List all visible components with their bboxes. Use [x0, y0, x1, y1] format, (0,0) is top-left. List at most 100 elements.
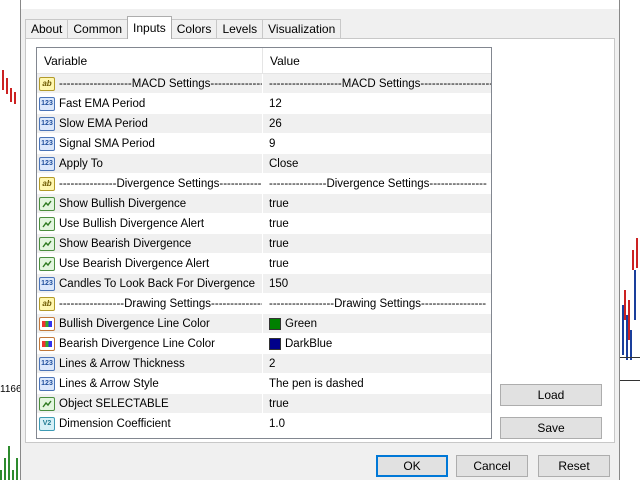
grid-row[interactable]: 123 Lines & Arrow Style The pen is dashed: [37, 374, 491, 394]
value-cell[interactable]: DarkBlue: [263, 334, 491, 353]
value-cell[interactable]: -------------------MACD Settings--------…: [263, 74, 491, 93]
value-label: ---------------Divergence Settings------…: [269, 177, 487, 190]
candle: [632, 250, 634, 270]
candle: [2, 70, 4, 90]
value-cell[interactable]: 1.0: [263, 414, 491, 433]
variable-label: Slow EMA Period: [59, 117, 148, 130]
tab-inputs[interactable]: Inputs: [127, 16, 172, 39]
price-axis-label: 1166: [0, 384, 22, 395]
color-icon: [39, 336, 55, 351]
integer-icon: 123: [39, 96, 55, 111]
variable-label: Show Bullish Divergence: [59, 197, 187, 210]
integer-icon: 123: [39, 376, 55, 391]
tab-visualization[interactable]: Visualization: [262, 19, 342, 39]
load-button[interactable]: Load: [500, 384, 602, 406]
value-label: 9: [269, 137, 276, 150]
variable-cell: Bearish Divergence Line Color: [37, 334, 263, 353]
grid-row[interactable]: V2 Dimension Coefficient 1.0: [37, 414, 491, 434]
grid-row[interactable]: 123 Candles To Look Back For Divergence 15…: [37, 274, 491, 294]
variable-label: ---------------Divergence Settings------…: [59, 177, 263, 190]
variable-label: Bullish Divergence Line Color: [59, 317, 210, 330]
variable-label: Dimension Coefficient: [59, 417, 171, 430]
grid-body: ab -------------------MACD Settings------…: [37, 74, 491, 434]
variable-cell: Show Bullish Divergence: [37, 194, 263, 213]
tab-about[interactable]: About: [25, 19, 69, 39]
volume-bar: [4, 458, 6, 480]
properties-dialog: About Common Inputs Colors Levels Visual…: [20, 0, 620, 480]
value-cell[interactable]: Green: [263, 314, 491, 333]
tab-strip: About Common Inputs Colors Levels Visual…: [25, 16, 342, 39]
value-cell[interactable]: ---------------Divergence Settings------…: [263, 174, 491, 193]
value-cell[interactable]: true: [263, 254, 491, 273]
save-button[interactable]: Save: [500, 417, 602, 439]
value-cell[interactable]: true: [263, 234, 491, 253]
variable-cell: 123 Apply To: [37, 154, 263, 173]
tab-levels[interactable]: Levels: [216, 19, 264, 39]
grid-row[interactable]: Use Bearish Divergence Alert true: [37, 254, 491, 274]
variable-label: Apply To: [59, 157, 103, 170]
reset-button[interactable]: Reset: [538, 455, 610, 477]
value-label: 12: [269, 97, 282, 110]
variable-label: -------------------MACD Settings--------…: [59, 77, 263, 90]
column-header-variable[interactable]: Variable: [37, 48, 263, 73]
value-label: true: [269, 217, 289, 230]
grid-row[interactable]: 123 Lines & Arrow Thickness 2: [37, 354, 491, 374]
grid-row[interactable]: Object SELECTABLE true: [37, 394, 491, 414]
grid-row[interactable]: ab -----------------Drawing Settings-----…: [37, 294, 491, 314]
variable-cell: 123 Signal SMA Period: [37, 134, 263, 153]
value-cell[interactable]: 12: [263, 94, 491, 113]
tab-colors[interactable]: Colors: [170, 19, 218, 39]
value-cell[interactable]: 9: [263, 134, 491, 153]
grid-row[interactable]: ab ---------------Divergence Settings----…: [37, 174, 491, 194]
color-swatch: [269, 317, 281, 330]
variable-label: Use Bearish Divergence Alert: [59, 257, 210, 270]
candle: [630, 330, 632, 360]
inputs-grid: Variable Value ab -------------------MACD…: [36, 47, 492, 439]
variable-label: Bearish Divergence Line Color: [59, 337, 215, 350]
value-cell[interactable]: The pen is dashed: [263, 374, 491, 393]
grid-row[interactable]: 123 Apply To Close: [37, 154, 491, 174]
grid-row[interactable]: Show Bearish Divergence true: [37, 234, 491, 254]
color-icon: [39, 316, 55, 331]
ok-button[interactable]: OK: [376, 455, 448, 477]
string-icon: ab: [39, 296, 55, 311]
variable-label: Lines & Arrow Thickness: [59, 357, 185, 370]
grid-row[interactable]: Bearish Divergence Line Color DarkBlue: [37, 334, 491, 354]
candle: [636, 238, 638, 268]
variable-cell: Use Bearish Divergence Alert: [37, 254, 263, 273]
variable-cell: 123 Fast EMA Period: [37, 94, 263, 113]
value-cell[interactable]: -----------------Drawing Settings-------…: [263, 294, 491, 313]
value-label: -----------------Drawing Settings-------…: [269, 297, 487, 310]
candle: [622, 305, 624, 355]
grid-row[interactable]: ab -------------------MACD Settings------…: [37, 74, 491, 94]
value-label: Green: [285, 317, 317, 330]
integer-icon: 123: [39, 116, 55, 131]
price-level-line: [620, 357, 640, 358]
variable-cell: Show Bearish Divergence: [37, 234, 263, 253]
string-icon: ab: [39, 176, 55, 191]
value-cell[interactable]: true: [263, 214, 491, 233]
value-cell[interactable]: true: [263, 394, 491, 413]
candle: [14, 92, 16, 104]
title-bar: [21, 0, 619, 9]
grid-row[interactable]: Use Bullish Divergence Alert true: [37, 214, 491, 234]
cancel-button[interactable]: Cancel: [456, 455, 528, 477]
grid-row[interactable]: 123 Slow EMA Period 26: [37, 114, 491, 134]
boolean-icon: [39, 396, 55, 411]
value-cell[interactable]: 150: [263, 274, 491, 293]
value-cell[interactable]: true: [263, 194, 491, 213]
volume-bar: [12, 470, 14, 480]
variable-cell: ab -----------------Drawing Settings-----…: [37, 294, 263, 313]
column-header-value[interactable]: Value: [263, 48, 491, 73]
value-cell[interactable]: 2: [263, 354, 491, 373]
value-cell[interactable]: Close: [263, 154, 491, 173]
grid-row[interactable]: Bullish Divergence Line Color Green: [37, 314, 491, 334]
grid-row[interactable]: 123 Signal SMA Period 9: [37, 134, 491, 154]
variable-label: Signal SMA Period: [59, 137, 155, 150]
grid-row[interactable]: 123 Fast EMA Period 12: [37, 94, 491, 114]
grid-row[interactable]: Show Bullish Divergence true: [37, 194, 491, 214]
variable-label: -----------------Drawing Settings-------…: [59, 297, 263, 310]
value-cell[interactable]: 26: [263, 114, 491, 133]
value-label: true: [269, 397, 289, 410]
tab-common[interactable]: Common: [67, 19, 129, 39]
